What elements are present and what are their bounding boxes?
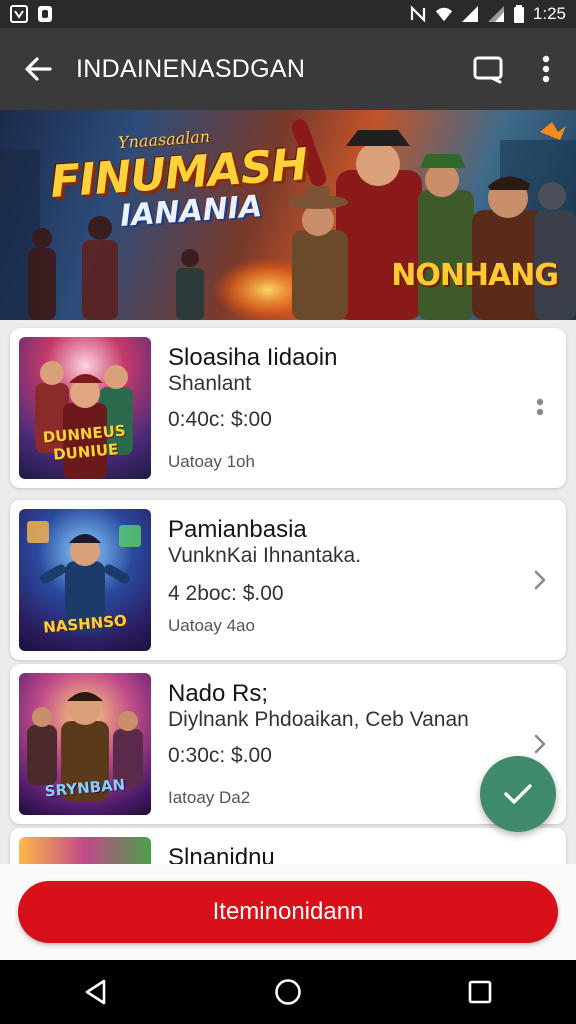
item-price: 0:40c: $:00 — [168, 408, 272, 431]
cast-button[interactable] — [460, 28, 516, 110]
item-subtitle: Shanlant — [168, 372, 251, 395]
nav-home-icon — [275, 979, 301, 1005]
cast-icon — [473, 56, 503, 84]
nav-back-button[interactable] — [56, 960, 136, 1024]
chevron-right-icon — [534, 734, 546, 754]
screen: 1:25 INDAINENASDGAN Ynaasaalan FINUMASH … — [0, 0, 576, 1024]
item-menu-button[interactable] — [522, 378, 558, 438]
nav-recents-icon — [468, 980, 492, 1004]
more-vert-icon — [536, 398, 544, 416]
status-time: 1:25 — [532, 4, 566, 23]
check-icon — [504, 784, 532, 804]
app-notification-icon — [38, 6, 52, 22]
item-price: 0:30c: $.00 — [168, 744, 272, 767]
item-thumbnail: SRYNBAN — [19, 673, 151, 815]
nav-home-button[interactable] — [248, 960, 328, 1024]
hero-banner[interactable]: Ynaasaalan FINUMASH IANANIA NONHANG — [0, 110, 576, 320]
item-subtitle: VunknKai Ihnantaka. — [168, 544, 362, 567]
item-thumbnail: NASHNSO — [19, 509, 151, 651]
nav-back-icon — [85, 979, 106, 1005]
confirm-fab[interactable] — [480, 756, 556, 832]
status-bar: 1:25 — [0, 0, 576, 28]
nfc-icon — [410, 5, 426, 23]
item-open-button[interactable] — [522, 550, 558, 610]
hero-badge: NONHANG — [391, 258, 559, 293]
back-button[interactable] — [0, 28, 76, 110]
system-nav-bar — [0, 960, 576, 1024]
overflow-menu-button[interactable] — [516, 28, 576, 110]
item-title: Sloasiha Iidaoin — [168, 344, 338, 371]
more-vert-icon — [542, 55, 550, 83]
bottom-action-area: Iteminonidann — [0, 864, 576, 960]
primary-action-button[interactable]: Iteminonidann — [18, 881, 558, 943]
signal-icon — [461, 6, 478, 22]
item-title: Nado Rs; — [168, 680, 269, 707]
signal-2-icon — [487, 6, 504, 22]
chevron-right-icon — [534, 570, 546, 590]
item-price: 4 2boc: $.00 — [168, 582, 284, 605]
item-title: Pamianbasia — [168, 516, 307, 543]
notification-icon — [10, 5, 28, 23]
item-date: Iatoay Da2 — [168, 788, 251, 807]
arrow-back-icon — [25, 57, 52, 81]
list-item[interactable]: Slnanidnu — [10, 828, 566, 864]
battery-icon — [513, 5, 524, 23]
list-item[interactable]: DUNNEUS DUNIUE Sloasiha Iidaoin Shanlant… — [10, 328, 566, 488]
item-thumbnail: DUNNEUS DUNIUE — [19, 337, 151, 479]
app-bar: INDAINENASDGAN — [0, 28, 576, 110]
wifi-icon — [435, 7, 453, 22]
item-date: Uatoay 1oh — [168, 452, 255, 471]
item-thumbnail — [19, 837, 151, 864]
nav-recents-button[interactable] — [440, 960, 520, 1024]
list-item[interactable]: NASHNSO Pamianbasia VunknKai Ihnantaka. … — [10, 500, 566, 660]
item-date: Uatoay 4ao — [168, 616, 255, 635]
item-title: Slnanidnu — [168, 844, 275, 864]
item-subtitle: Diylnank Phdoaikan, Ceb Vanan — [168, 708, 469, 731]
page-title: INDAINENASDGAN — [76, 54, 306, 83]
